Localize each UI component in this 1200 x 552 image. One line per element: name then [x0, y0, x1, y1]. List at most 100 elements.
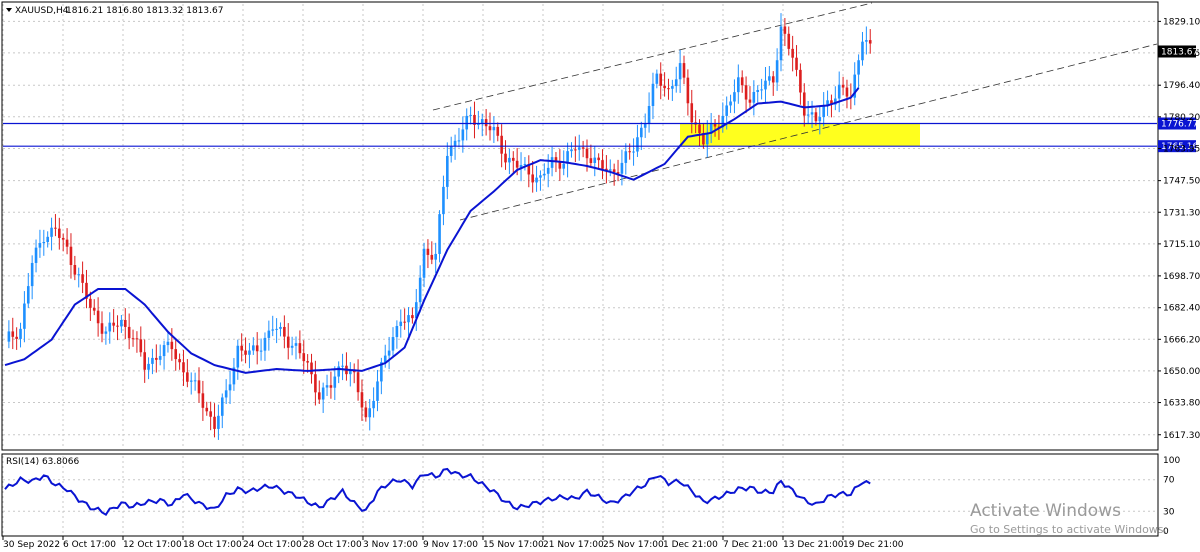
collapse-triangle-icon[interactable] — [6, 8, 12, 12]
time-axis: 30 Sep 2022 6 Oct 17:00 12 Oct 17:00 18 Oct… — [2, 536, 904, 550]
candle-body — [170, 341, 174, 350]
current-price-text: 1813.67 — [1161, 47, 1198, 57]
candle-body — [96, 310, 100, 324]
candle-body — [539, 175, 542, 178]
rsi-path — [4, 467, 871, 517]
candle-body — [26, 286, 30, 304]
candle-body — [523, 164, 527, 166]
price-tick-label: 1763.95 — [1163, 145, 1200, 155]
candle-body — [259, 350, 263, 352]
candle-body — [368, 408, 372, 418]
candle-body — [799, 69, 802, 93]
candle-body — [581, 147, 585, 149]
candle-body — [271, 329, 275, 331]
time-tick-label: 6 Oct 17:00 — [63, 540, 116, 550]
candle-body — [112, 322, 115, 326]
candle-body — [275, 328, 278, 330]
candle-body — [748, 99, 752, 103]
candle-body — [248, 350, 251, 355]
candle-body — [837, 84, 841, 99]
candle-body — [756, 90, 760, 92]
candle-body — [182, 362, 185, 373]
candle-body — [220, 397, 224, 416]
horizontal-levels: 1776.771765.16 — [3, 117, 1198, 153]
candle-body — [531, 174, 534, 183]
candle-body — [430, 254, 434, 260]
candle-body — [58, 228, 61, 238]
candle-body — [515, 160, 519, 168]
candle-body — [298, 343, 302, 354]
candle-body — [469, 114, 472, 116]
candle-body — [818, 117, 822, 122]
price-tick-label: 1731.30 — [1163, 208, 1200, 218]
candle-body — [166, 341, 170, 346]
time-tick-label: 21 Nov 17:00 — [543, 540, 604, 550]
candle-body — [174, 349, 178, 360]
rsi-tick-label: 30 — [1163, 507, 1175, 517]
candle-body — [760, 89, 763, 91]
candle-body — [236, 345, 240, 368]
rsi-label: RSI(14) 63.8066 — [6, 457, 79, 467]
candle-body — [597, 157, 600, 161]
candle-body — [224, 390, 228, 398]
candle-body — [391, 337, 395, 351]
candle-body — [810, 112, 814, 115]
candle-body — [822, 105, 825, 118]
candle-body — [461, 129, 465, 141]
candle-body — [34, 247, 38, 263]
candle-body — [50, 227, 53, 237]
candle-body — [100, 323, 104, 334]
time-tick-label: 12 Oct 17:00 — [123, 540, 182, 550]
price-tick-label: 1747.50 — [1163, 177, 1200, 187]
candle-body — [155, 357, 158, 360]
price-chart[interactable]: 1776.771765.16 1829.101812.951796.401780… — [0, 0, 1200, 552]
candle-body — [744, 85, 748, 100]
candle-body — [434, 253, 437, 260]
candle-body — [671, 86, 674, 89]
candle-body — [69, 246, 73, 265]
rsi-tick-label: 70 — [1163, 476, 1175, 486]
candle-body — [725, 105, 728, 116]
price-tick-label: 1666.20 — [1163, 335, 1200, 345]
candle-body — [733, 92, 736, 102]
yellow-zone-rect — [680, 123, 920, 147]
time-tick-label: 3 Nov 17:00 — [363, 540, 418, 550]
candle-body — [143, 352, 146, 370]
candle-body — [705, 133, 709, 145]
candle-body — [186, 372, 189, 382]
price-tick-label: 1650.00 — [1163, 367, 1200, 377]
candle-body — [508, 157, 511, 163]
candle-body — [411, 315, 414, 319]
candle-body — [655, 73, 659, 84]
candle-body — [865, 40, 868, 42]
price-tick-label: 1829.10 — [1163, 17, 1200, 27]
price-tick-label: 1682.40 — [1163, 304, 1200, 314]
candle-body — [438, 214, 441, 254]
ohlc-values: 1816.21 1816.80 1813.32 1813.67 — [66, 6, 223, 16]
candle-body — [446, 155, 449, 187]
candle-body — [213, 416, 216, 429]
time-tick-label: 9 Nov 17:00 — [423, 540, 478, 550]
candle-body — [77, 274, 81, 276]
candle-body — [690, 103, 694, 123]
candle-body — [779, 26, 783, 61]
candle-body — [628, 151, 631, 153]
trend-channel — [432, 2, 1158, 221]
activate-windows-title: Activate Windows — [970, 501, 1121, 521]
symbol-label: XAUUSD,H4 — [15, 6, 69, 16]
candle-body — [585, 148, 589, 159]
candle-body — [651, 83, 655, 107]
candle-body — [217, 415, 220, 429]
candle-body — [341, 365, 344, 367]
candle-body — [395, 325, 399, 338]
candle-body — [399, 321, 403, 326]
candle-body — [89, 298, 92, 308]
candle-body — [511, 157, 515, 161]
candle-body — [484, 119, 488, 127]
candle-body — [698, 124, 701, 134]
candle-body — [360, 392, 364, 408]
candle-body — [178, 359, 181, 363]
time-tick-label: 15 Nov 17:00 — [483, 540, 544, 550]
candle-body — [255, 345, 259, 352]
chart-window[interactable]: 1776.771765.16 1829.101812.951796.401780… — [0, 0, 1200, 552]
